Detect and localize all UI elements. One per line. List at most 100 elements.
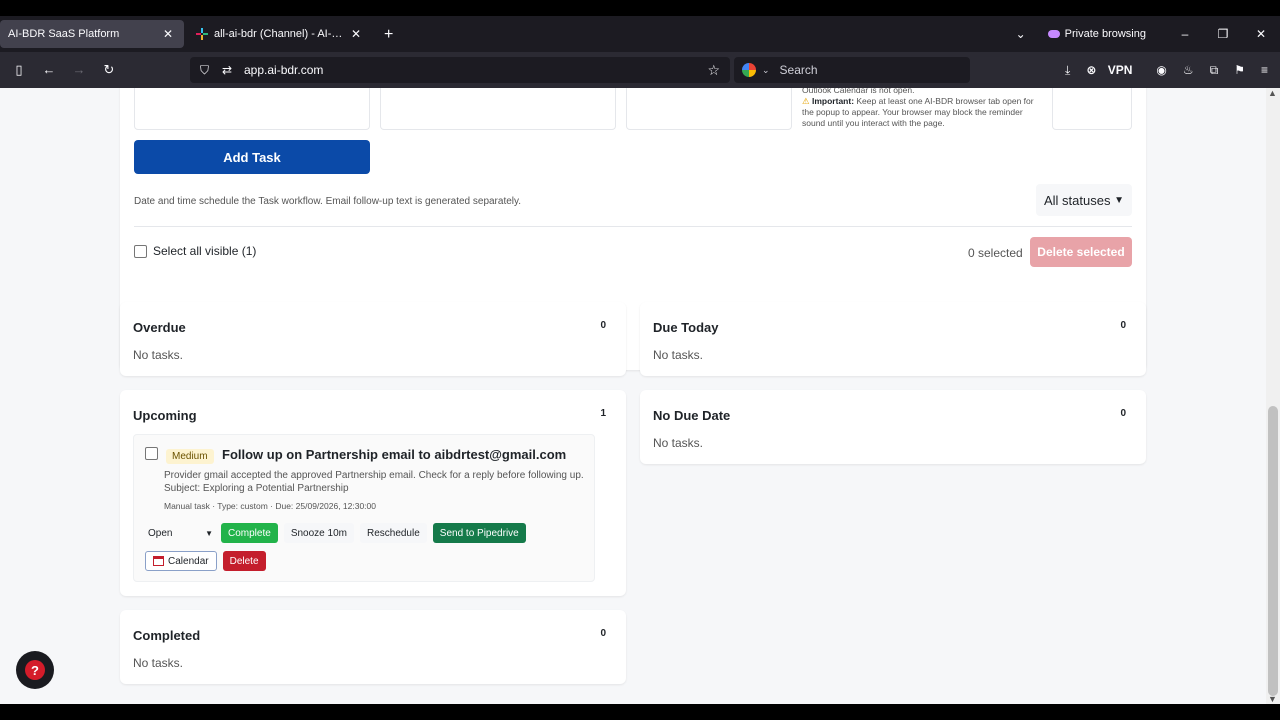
chevron-down-icon: ▼: [205, 528, 213, 538]
extension-icon[interactable]: ⚑: [1234, 63, 1245, 77]
task-status-select[interactable]: Open ▼: [145, 523, 215, 543]
forward-arrow-icon[interactable]: →: [64, 62, 94, 77]
toolbar-right: ⤓ ⊗ VPN ◉ ♨ ⧉ ⚑ ≡: [1057, 52, 1280, 88]
search-bar[interactable]: ⌄ Search: [734, 57, 970, 83]
new-tab-icon[interactable]: +: [384, 26, 393, 44]
column-count: 0: [600, 320, 606, 331]
delete-selected-button[interactable]: Delete selected: [1030, 237, 1132, 267]
help-question-icon: ?: [25, 660, 45, 680]
calendar-status-text: Outlook Calendar is not open.: [802, 88, 915, 95]
column-title: Due Today: [653, 320, 719, 335]
column-count: 0: [600, 628, 606, 639]
calendar-button[interactable]: Calendar: [145, 551, 217, 571]
slack-icon: [196, 28, 208, 40]
shield-icon[interactable]: ⛉: [200, 63, 222, 78]
column-title: Overdue: [133, 320, 186, 335]
close-icon[interactable]: ✕: [348, 27, 364, 41]
select-all-checkbox[interactable]: [134, 244, 147, 258]
scroll-up-icon[interactable]: ▲: [1268, 88, 1277, 98]
complete-button[interactable]: Complete: [221, 523, 278, 543]
reschedule-button[interactable]: Reschedule: [359, 523, 427, 543]
divider: [134, 226, 1132, 227]
task-status-value: Open: [148, 527, 173, 539]
tab-ai-bdr-platform[interactable]: AI-BDR SaaS Platform ✕: [0, 20, 184, 48]
task-title: Follow up on Partnership email to aibdrt…: [222, 447, 567, 462]
private-browsing-label: Private browsing: [1064, 28, 1146, 40]
task-actions-secondary: Calendar Delete: [145, 551, 266, 571]
delete-task-button[interactable]: Delete: [222, 551, 266, 571]
search-placeholder: Search: [779, 63, 818, 77]
priority-badge: Medium: [166, 449, 214, 464]
warning-icon: ⚠: [802, 96, 810, 106]
tab-slack-channel[interactable]: all-ai-bdr (Channel) - AI-BDR - S ✕: [188, 20, 372, 48]
snooze-button[interactable]: Snooze 10m: [283, 523, 354, 543]
window-controls: ⌄ Private browsing – ❐ ✕: [1002, 16, 1280, 52]
restore-icon[interactable]: ❐: [1204, 27, 1242, 41]
url-bar[interactable]: ⛉ ⇄ app.ai-bdr.com ☆: [190, 57, 730, 83]
column-title: No Due Date: [653, 408, 731, 423]
url-text: app.ai-bdr.com: [244, 63, 324, 77]
important-label: Important:: [812, 96, 855, 106]
send-to-pipedrive-button[interactable]: Send to Pipedrive: [432, 523, 526, 543]
minimize-icon[interactable]: –: [1166, 27, 1204, 41]
scroll-down-icon[interactable]: ▼: [1268, 694, 1277, 704]
reload-icon[interactable]: ↻: [94, 62, 124, 78]
scrollbar-thumb[interactable]: [1268, 406, 1278, 696]
download-icon[interactable]: ⤓: [1065, 63, 1070, 78]
private-browsing-indicator: Private browsing: [1047, 28, 1146, 40]
completed-column: Completed 0 No tasks.: [120, 610, 626, 684]
empty-state: No tasks.: [133, 656, 184, 670]
calendar-icon: [153, 556, 164, 566]
select-all-control[interactable]: Select all visible (1): [134, 244, 256, 258]
add-task-button[interactable]: Add Task: [134, 140, 370, 174]
form-field-3[interactable]: [626, 88, 792, 130]
task-card: Medium Follow up on Partnership email to…: [133, 434, 595, 582]
os-bottom-strip: [0, 704, 1280, 720]
back-arrow-icon[interactable]: ←: [34, 62, 64, 77]
column-count: 1: [600, 408, 606, 419]
important-note: ⚠ Important: Keep at least one AI-BDR br…: [802, 96, 1038, 129]
empty-state: No tasks.: [653, 436, 704, 450]
account-icon[interactable]: ◉: [1156, 63, 1166, 77]
select-all-label: Select all visible (1): [153, 244, 257, 258]
chevron-down-icon: ▼: [1114, 194, 1124, 206]
close-window-icon[interactable]: ✕: [1242, 27, 1280, 41]
extension-flame-icon[interactable]: ♨: [1183, 63, 1194, 77]
bookmark-star-icon[interactable]: ☆: [707, 62, 720, 79]
column-count: 0: [1120, 408, 1126, 419]
os-top-strip: [0, 0, 1280, 16]
vpn-button[interactable]: ⊗ VPN: [1086, 63, 1140, 77]
task-desc-line: Provider gmail accepted the approved Par…: [164, 470, 584, 481]
task-checkbox[interactable]: [145, 447, 158, 460]
calendar-note: Outlook Calendar is not open. ⚠ Importan…: [802, 88, 1038, 129]
status-filter-select[interactable]: All statuses ▼: [1036, 184, 1132, 216]
overdue-column: Overdue 0 No tasks.: [120, 302, 626, 376]
column-count: 0: [1120, 320, 1126, 331]
status-filter-value: All statuses: [1044, 192, 1111, 208]
schedule-hint: Date and time schedule the Task workflow…: [134, 196, 522, 207]
form-field-1[interactable]: [134, 88, 370, 130]
menu-icon[interactable]: ≡: [1261, 63, 1268, 77]
task-description: Provider gmail accepted the approved Par…: [164, 469, 594, 495]
task-actions: Open ▼ Complete Snooze 10m Reschedule Se…: [145, 523, 526, 543]
calendar-label: Calendar: [168, 555, 209, 567]
list-tabs-chevron-icon[interactable]: ⌄: [1002, 27, 1040, 41]
selected-count: 0 selected: [968, 246, 1023, 260]
task-meta: Manual task · Type: custom · Due: 25/09/…: [164, 501, 376, 511]
google-icon: [742, 63, 756, 77]
page-content: Outlook Calendar is not open. ⚠ Importan…: [0, 88, 1266, 704]
chevron-down-icon[interactable]: ⌄: [762, 65, 770, 76]
tab-title: AI-BDR SaaS Platform: [8, 28, 120, 40]
form-field-4[interactable]: [1052, 88, 1132, 130]
sidebar-toggle-icon[interactable]: ▯: [4, 62, 34, 78]
close-icon[interactable]: ✕: [160, 27, 176, 41]
vpn-label: VPN: [1107, 63, 1133, 77]
upcoming-column: Upcoming 1 Medium Follow up on Partnersh…: [120, 390, 626, 596]
help-button[interactable]: ?: [16, 651, 54, 689]
scrollbar[interactable]: ▲ ▼: [1266, 88, 1280, 704]
extensions-puzzle-icon[interactable]: ⧉: [1210, 63, 1219, 78]
form-field-2[interactable]: [380, 88, 616, 130]
private-mask-icon: [1047, 30, 1060, 38]
site-info-icon[interactable]: ⇄: [222, 63, 244, 77]
empty-state: No tasks.: [653, 348, 704, 362]
